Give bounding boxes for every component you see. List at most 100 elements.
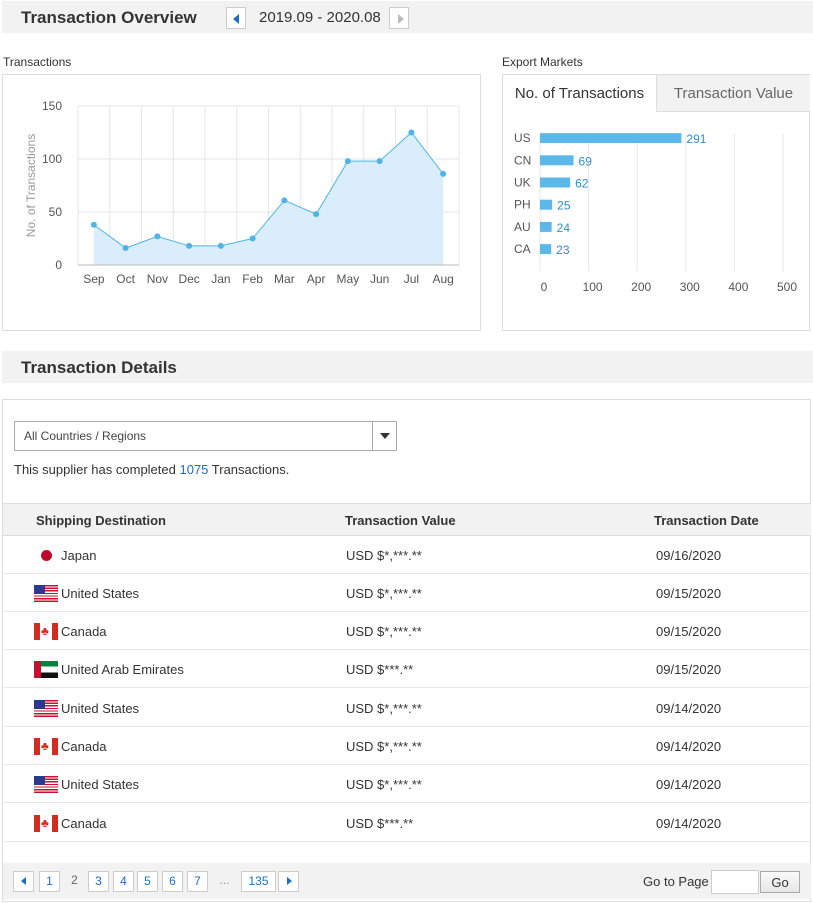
x-tick-label: 200 [631,280,651,294]
transaction-date: 09/15/2020 [656,624,722,639]
page-4-button[interactable]: 4 [113,871,134,892]
data-point [217,242,224,249]
data-label: 25 [557,199,571,213]
goto-page-label: Go to Page [643,874,709,889]
shipping-destination: Canada [61,816,107,831]
transaction-date: 09/15/2020 [656,662,722,677]
bar [540,155,574,166]
transaction-value: USD $***.** [346,816,414,831]
data-point [408,129,415,136]
data-label: 62 [575,177,589,191]
period-prev-button[interactable] [226,7,246,29]
y-axis-label: No. of Transactions [24,134,38,237]
country-region-select[interactable]: All Countries / Regions [14,421,397,451]
transactions-chart-panel: 0 50 100 150 Sep Oct Nov Dec Jan Feb Mar Apr May Jun J… [2,74,481,331]
data-point [249,235,256,242]
x-tick-label: 100 [583,280,603,294]
shipping-destination: United States [61,586,140,601]
data-label: 291 [686,132,706,146]
data-label: 69 [579,154,593,168]
tab-transaction-value[interactable]: Transaction Value [656,75,810,112]
category-label: UK [514,176,531,190]
data-point [376,158,383,165]
transaction-value: USD $*,***.** [346,548,422,563]
bar [540,133,682,144]
chevron-down-icon[interactable] [372,422,396,450]
canada-flag-icon [34,738,58,755]
transaction-date: 09/14/2020 [656,777,722,792]
export-markets-panel: No. of Transactions Transaction Value 0 1… [502,74,810,331]
summary-suffix: Transactions. [208,462,290,477]
transaction-date: 09/16/2020 [656,548,722,563]
go-button[interactable]: Go [760,871,800,893]
x-tick-label: Jun [370,272,389,286]
table-row: United Arab Emirates USD $***.** 09/15/2… [3,650,811,688]
data-point [440,170,447,177]
transaction-value: USD $*,***.** [346,624,422,639]
x-tick-label: 400 [728,280,748,294]
transactions-summary: This supplier has completed 1075 Transac… [14,462,289,477]
transaction-date: 09/14/2020 [656,816,722,831]
bar [540,221,552,232]
prev-page-button[interactable] [13,871,34,892]
transaction-value: USD $*,***.** [346,586,422,601]
table-row: United States USD $*,***.** 09/14/2020 [3,689,811,727]
column-transaction-value: Transaction Value [345,513,456,528]
x-tick-label: Apr [307,272,326,286]
y-tick-label: 150 [42,99,62,113]
pagination-ellipsis: ... [219,873,230,887]
data-point [281,197,288,204]
bar [540,244,552,255]
y-tick-label: 50 [49,205,63,219]
page-6-button[interactable]: 6 [162,871,183,892]
overview-title: Transaction Overview [21,8,197,27]
transaction-date: 09/15/2020 [656,586,722,601]
export-markets-chart: 0 100 200 300 400 500 US 291 CN 69 UK 62 PH 25 AU 24 CA 2… [514,131,797,294]
transaction-count: 1075 [179,462,209,477]
transaction-value: USD $*,***.** [346,777,422,792]
japan-flag-icon [34,547,58,564]
x-tick-label: Jan [211,272,230,286]
page-1-button[interactable]: 1 [39,871,60,892]
transactions-chart: 0 50 100 150 Sep Oct Nov Dec Jan Feb Mar Apr May Jun J… [24,99,460,286]
united-states-flag-icon [34,776,58,793]
period-label: 2019.09 - 2020.08 [259,9,381,26]
category-label: AU [514,220,531,234]
data-point [90,221,97,228]
tab-no-of-transactions[interactable]: No. of Transactions [503,75,656,112]
export-panel-label: Export Markets [502,55,583,69]
x-tick-label: Sep [83,272,105,286]
shipping-destination: United States [61,701,140,716]
pagination: 1 2 3 4 5 6 7 ... 135 Go to Page Go [3,863,811,899]
table-row: Japan USD $*,***.** 09/16/2020 [3,536,811,574]
category-label: US [514,131,531,145]
shipping-destination: Canada [61,739,107,754]
x-tick-label: 0 [541,280,548,294]
y-tick-label: 100 [42,152,62,166]
page-3-button[interactable]: 3 [88,871,109,892]
transaction-value: USD $*,***.** [346,739,422,754]
x-tick-label: Mar [274,272,295,286]
x-tick-label: 500 [777,280,797,294]
y-tick-label: 0 [55,258,62,272]
table-row: Canada USD $***.** 09/14/2020 [3,804,811,842]
next-page-button[interactable] [278,871,299,892]
canada-flag-icon [34,623,58,640]
period-next-button[interactable] [389,7,409,29]
transaction-value: USD $*,***.** [346,701,422,716]
table-row: United States USD $*,***.** 09/15/2020 [3,574,811,612]
page-last-button[interactable]: 135 [241,871,276,892]
export-tabs: No. of Transactions Transaction Value [503,75,810,112]
data-label: 24 [557,221,571,235]
page-7-button[interactable]: 7 [187,871,208,892]
x-tick-label: Dec [178,272,199,286]
table-row: Canada USD $*,***.** 09/15/2020 [3,612,811,650]
x-tick-label: Feb [242,272,263,286]
transactions-panel-label: Transactions [3,55,72,69]
page-5-button[interactable]: 5 [137,871,158,892]
transaction-date: 09/14/2020 [656,701,722,716]
transaction-date: 09/14/2020 [656,739,722,754]
x-tick-label: Nov [147,272,168,286]
goto-page-input[interactable] [711,870,759,894]
bar [540,199,553,210]
